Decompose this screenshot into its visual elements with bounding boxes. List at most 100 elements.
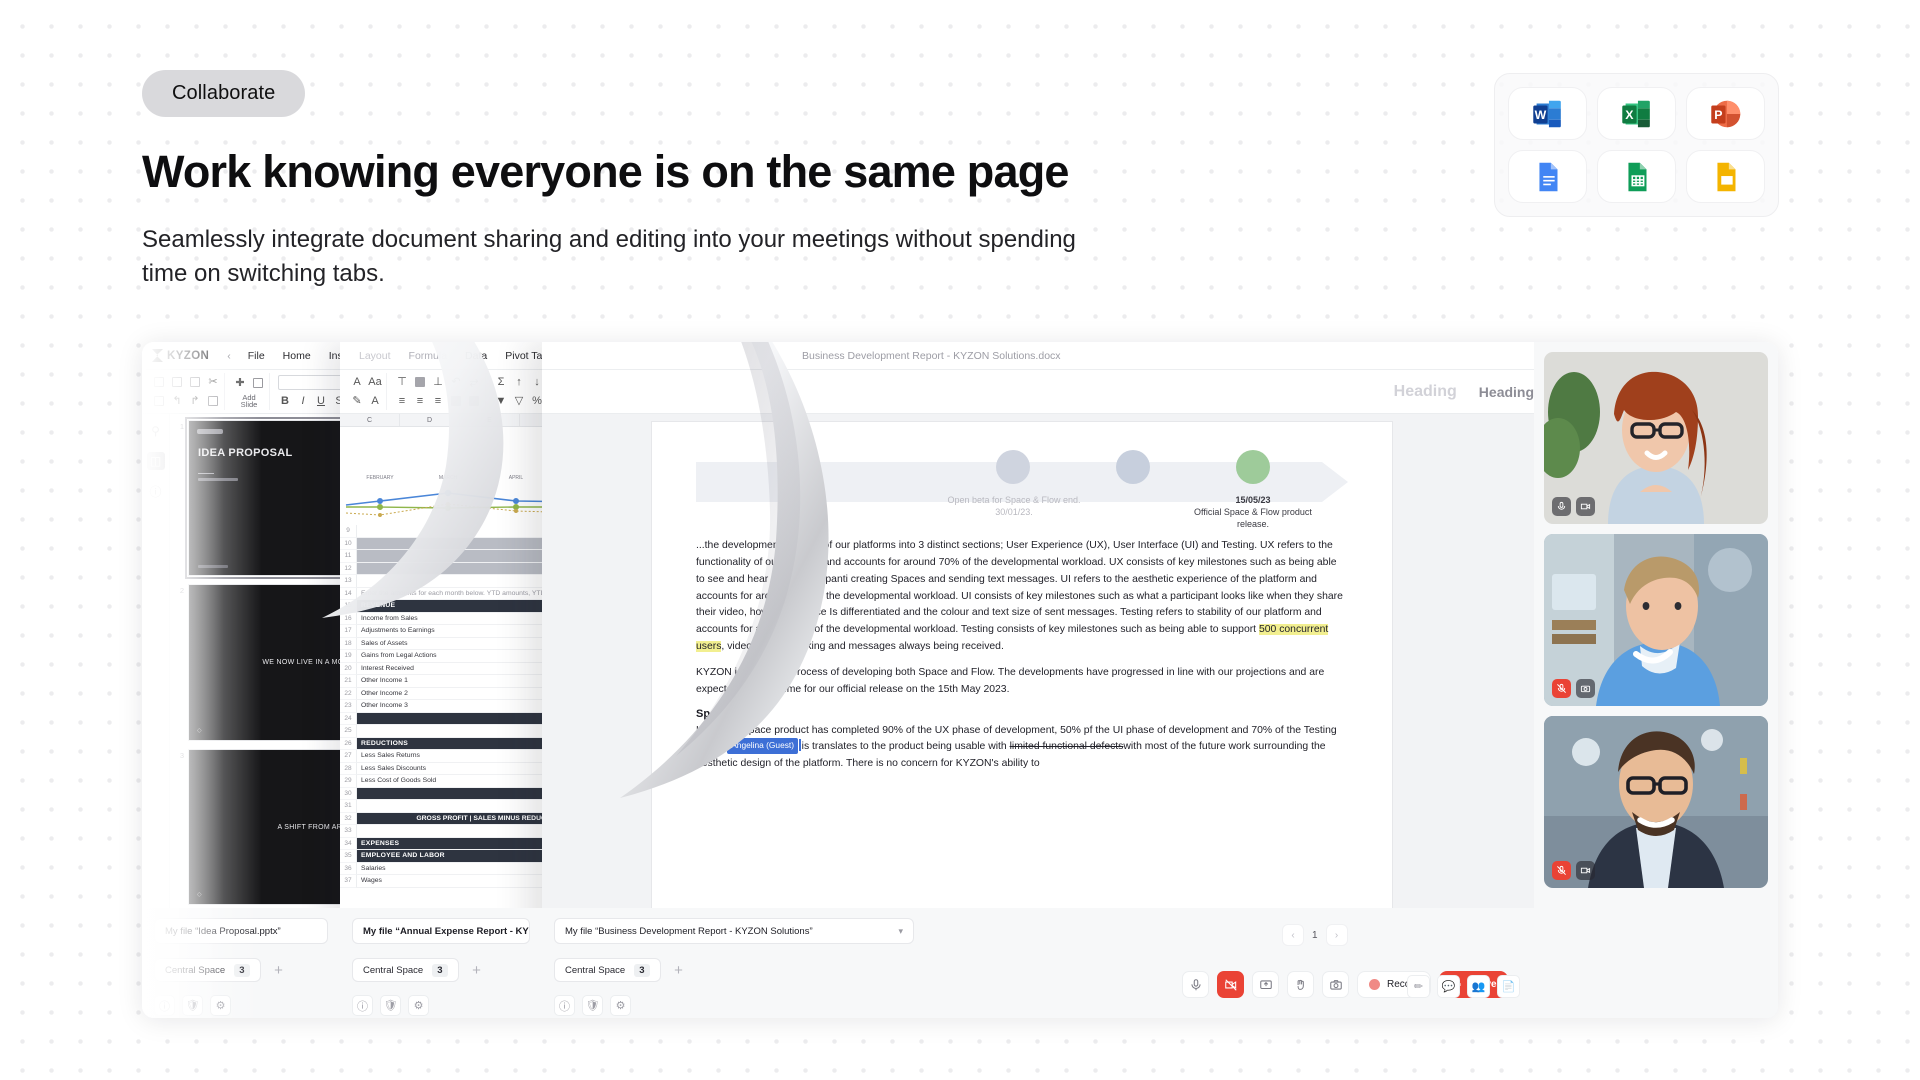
document-page[interactable]: Open beta for Space & Flow end. 30/01/23… [652,422,1392,990]
files-icon[interactable]: 📄 [1497,975,1520,998]
font-color-icon[interactable]: A [350,375,364,389]
app-tile-google-slides[interactable] [1686,150,1765,203]
paste-icon[interactable] [188,375,202,389]
align-center-icon[interactable]: ≡ [413,394,427,408]
next-page-button[interactable]: › [1325,924,1348,946]
column-header[interactable]: D [400,414,460,426]
format-painter-icon[interactable] [206,394,220,408]
camera-button[interactable] [1217,971,1244,998]
orientation-icon[interactable]: ⥂ [467,375,481,389]
borders-icon[interactable] [467,394,481,408]
wrap-text-icon[interactable]: ↶ [449,375,463,389]
app-tile-microsoft-powerpoint[interactable]: P [1686,87,1765,140]
info-icon[interactable]: ⓘ [554,995,575,1016]
microphone-button[interactable] [1182,971,1209,998]
participant-camera-icon[interactable] [1576,497,1595,516]
align-top-icon[interactable]: ⊤ [395,375,409,389]
add-space-icon[interactable]: + [467,960,487,980]
redo-icon[interactable]: ↱ [188,394,202,408]
raise-hand-button[interactable] [1287,971,1314,998]
space-chip[interactable]: Central Space 3 [352,958,459,982]
column-header[interactable]: C [340,414,400,426]
change-case-icon[interactable]: Aa [368,375,382,389]
cut-icon[interactable]: ✂ [206,375,220,389]
add-space-icon[interactable]: + [669,960,689,980]
participant-tile-three[interactable] [1544,716,1768,888]
italic-icon[interactable]: I [296,394,310,408]
chat-icon[interactable]: 💬 [1437,975,1460,998]
snapshot-button[interactable] [1322,971,1349,998]
fill-color-icon[interactable] [449,394,463,408]
layout-icon[interactable] [251,376,265,390]
app-tile-microsoft-excel[interactable]: X [1597,87,1676,140]
ppt-menu-file[interactable]: File [239,350,274,362]
space-label: Central Space [565,964,626,976]
row-number: 33 [340,825,357,838]
participant-mic-muted-icon[interactable] [1552,679,1571,698]
participant-camera-icon[interactable] [1576,861,1595,880]
file-name-field[interactable]: My file “Annual Expense Report - KYZON S… [352,918,530,944]
file-strip-word: My file “Business Development Report - K… [542,908,1534,1018]
participant-tile-two[interactable] [1544,534,1768,706]
gear-icon[interactable]: ⚙ [210,995,231,1016]
prev-page-button[interactable]: ‹ [1282,924,1304,946]
align-bottom-icon[interactable]: ⊥ [431,375,445,389]
style-heading-1[interactable]: Heading [1394,383,1457,401]
space-chip[interactable]: Central Space 3 [554,958,661,982]
xls-menu-layout[interactable]: Layout [350,350,400,362]
participant-mic-muted-icon[interactable] [1552,861,1571,880]
chevron-down-icon[interactable]: ▾ [898,926,903,937]
copy-icon[interactable] [170,375,184,389]
slides-panel-icon[interactable]: ◫ [146,452,165,470]
bold-icon[interactable]: B [278,394,292,408]
info-icon[interactable]: ⓘ [147,482,165,500]
document-paragraph-1: ...the development process of our platfo… [696,538,1348,656]
participant-mic-icon[interactable] [1552,497,1571,516]
participants-icon[interactable]: 👥 [1467,975,1490,998]
clear-filter-icon[interactable]: ▽ [512,394,526,408]
app-tile-microsoft-word[interactable]: W [1508,87,1587,140]
xls-menu-formula[interactable]: Formula [400,350,457,362]
align-left-icon[interactable]: ≡ [395,394,409,408]
merge-cells-icon[interactable] [413,375,427,389]
participant-tile-one[interactable] [1544,352,1768,524]
gear-icon[interactable]: ⚙ [408,995,429,1016]
highlight-icon[interactable]: ✎ [350,394,364,408]
autosum-icon[interactable]: Σ [494,375,508,389]
row-number: 24 [340,712,357,725]
search-icon[interactable]: ⚲ [147,422,165,440]
xls-menu-data[interactable]: Data [456,350,496,362]
save-icon[interactable] [152,375,166,389]
ppt-menu-home[interactable]: Home [274,350,320,362]
add-space-icon[interactable]: + [269,960,289,980]
menu-back-icon[interactable]: ‹ [219,350,239,362]
svg-text:X: X [1625,107,1634,121]
app-tile-google-sheets[interactable] [1597,150,1676,203]
file-name-field[interactable]: My file “Business Development Report - K… [554,918,914,944]
info-icon[interactable]: ⓘ [352,995,373,1016]
app-tile-google-docs[interactable] [1508,150,1587,203]
file-name-field[interactable]: My file “Idea Proposal.pptx” [154,918,328,944]
align-right-icon[interactable]: ≡ [431,394,445,408]
font-family-select[interactable] [278,374,342,390]
print-icon[interactable] [152,394,166,408]
add-slide-plus-icon[interactable]: ✚ [233,376,247,390]
shield-icon[interactable]: 🛡 [182,995,203,1016]
ribbon-group-slides[interactable]: ✚ Add Slide [229,373,270,410]
gear-icon[interactable]: ⚙ [610,995,631,1016]
underline-icon[interactable]: U [314,394,328,408]
paragraph-1-tail: , video always working and messages alwa… [721,641,1004,653]
row-number: 36 [340,862,357,875]
shield-icon[interactable]: 🛡 [380,995,401,1016]
filter-icon[interactable]: ▼ [494,394,508,408]
participant-camera-icon[interactable] [1576,679,1595,698]
undo-icon[interactable]: ↰ [170,394,184,408]
shield-icon[interactable]: 🛡 [582,995,603,1016]
sort-ascending-icon[interactable]: ↑ [512,375,526,389]
info-icon[interactable]: ⓘ [154,995,175,1016]
underline-color-icon[interactable]: A [368,394,382,408]
share-screen-button[interactable] [1252,971,1279,998]
whiteboard-icon[interactable]: ✏ [1407,975,1430,998]
column-header[interactable]: E [460,414,520,426]
space-chip[interactable]: Central Space 3 [154,958,261,982]
